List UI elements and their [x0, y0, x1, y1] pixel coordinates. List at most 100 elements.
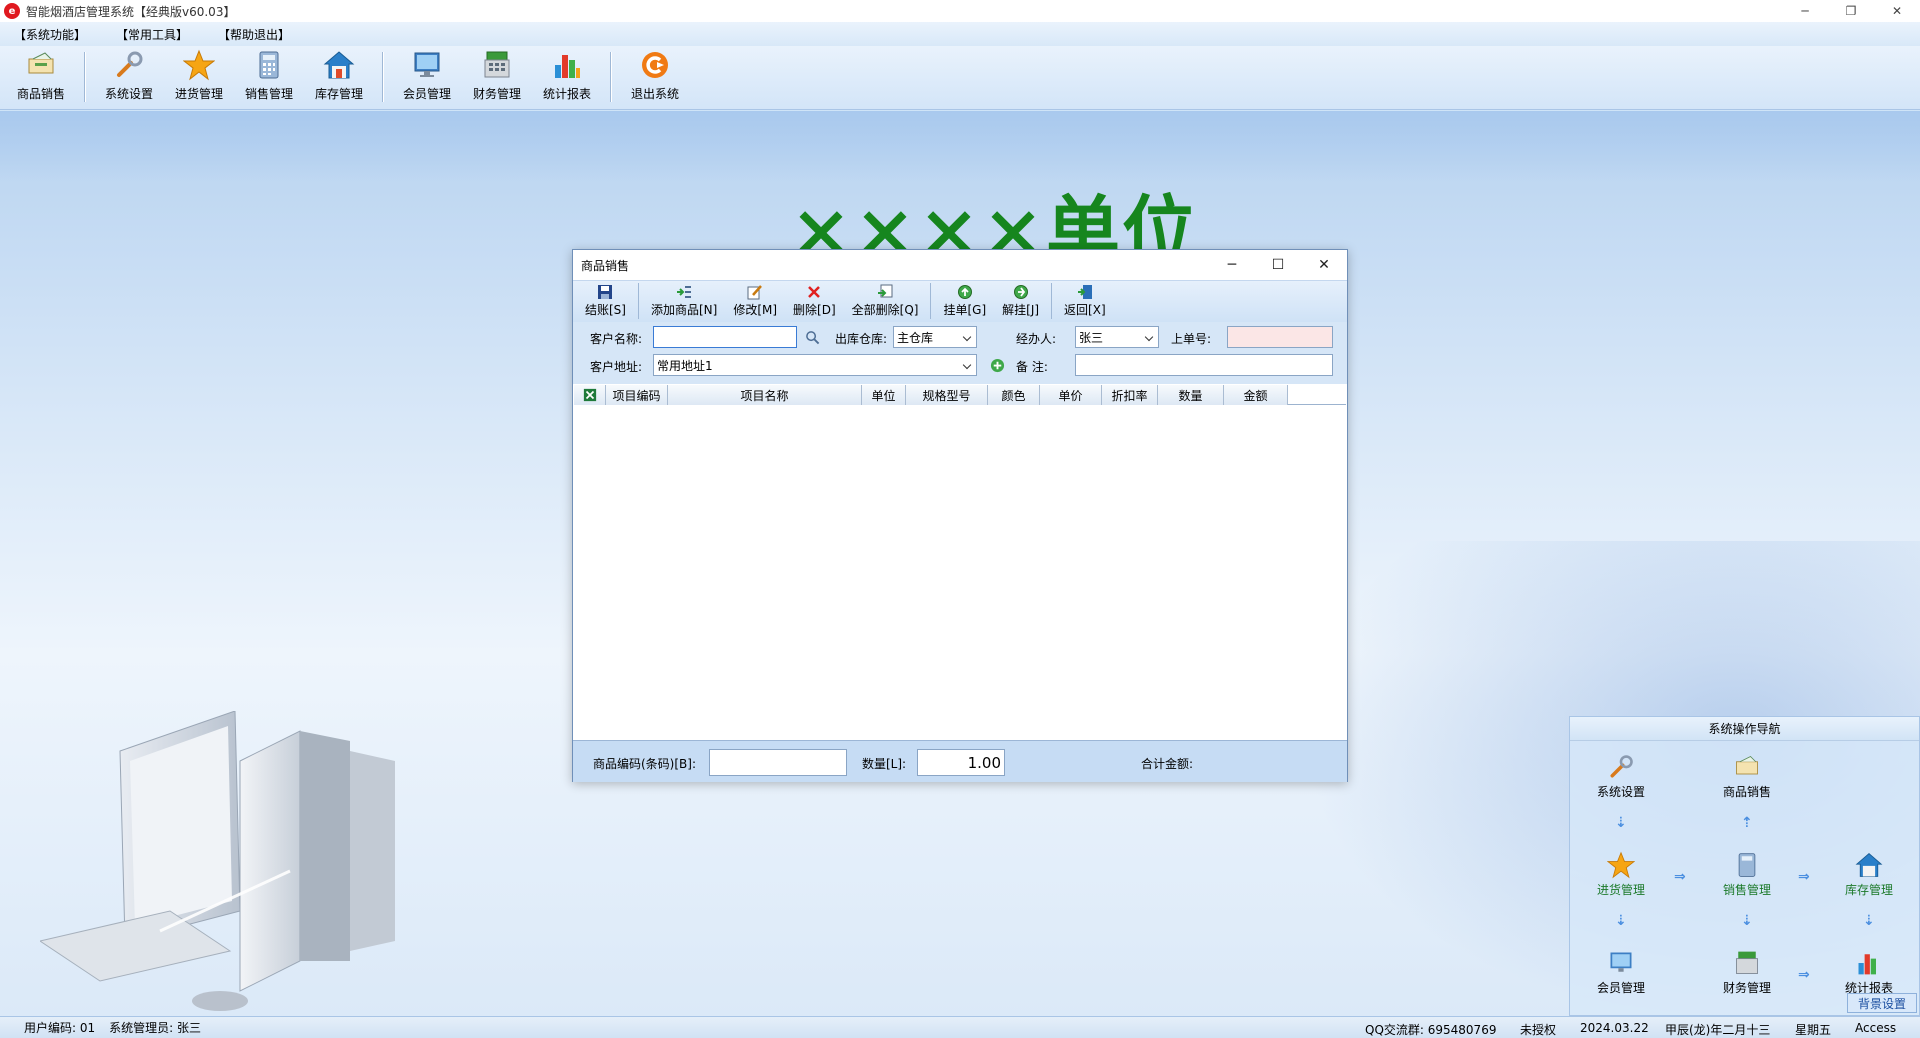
- checkout-button[interactable]: 结账[S]: [577, 284, 634, 322]
- address-select[interactable]: 常用地址1: [653, 354, 977, 376]
- delete-all-button[interactable]: 全部删除[Q]: [844, 284, 927, 322]
- nav-goods-sale[interactable]: 商品销售: [1712, 753, 1782, 800]
- nav-label: 会员管理: [1596, 981, 1645, 995]
- tool-label: 修改[M]: [733, 303, 778, 317]
- operation-nav-panel: 系统操作导航 系统设置 商品销售 ⇣ ⇡ 进货管理 ⇒ 销售管理 ⇒ 库存管理 …: [1569, 716, 1920, 1016]
- nav-settings[interactable]: 系统设置: [1586, 753, 1656, 800]
- toolbar-finance-button[interactable]: 财务管理: [462, 46, 532, 108]
- close-button[interactable]: ✕: [1874, 0, 1920, 22]
- quantity-input[interactable]: 1.00: [917, 749, 1005, 776]
- dialog-toolbar: 结账[S] 添加商品[N] 修改[M] 删除[D] 全部删除[Q] 挂单[G] …: [573, 280, 1347, 322]
- background-settings-button[interactable]: 背景设置: [1847, 993, 1917, 1013]
- bar-chart-icon: [1858, 954, 1876, 975]
- col-amount[interactable]: 金额: [1224, 385, 1288, 405]
- monitor-icon: [414, 52, 440, 77]
- toolbar-purchase-button[interactable]: 进货管理: [164, 46, 234, 108]
- tool-separator: [637, 283, 639, 319]
- remark-label: 备 注:: [1016, 360, 1048, 374]
- save-icon: [598, 285, 613, 299]
- nav-label: 系统设置: [1596, 785, 1645, 799]
- col-unit[interactable]: 单位: [862, 385, 906, 405]
- release-order-button[interactable]: 解挂[J]: [994, 284, 1047, 322]
- nav-purchase[interactable]: 进货管理: [1586, 851, 1656, 898]
- bar-chart-icon: [555, 55, 580, 78]
- delete-button[interactable]: 删除[D]: [785, 284, 844, 322]
- col-quantity[interactable]: 数量: [1158, 385, 1224, 405]
- status-qq-group: QQ交流群: 695480769: [1365, 1023, 1497, 1037]
- hold-order-button[interactable]: 挂单[G]: [935, 284, 994, 322]
- toolbar-settings-button[interactable]: 系统设置: [94, 46, 164, 108]
- col-item-name[interactable]: 项目名称: [668, 385, 862, 405]
- toolbar-sales-mgmt-button[interactable]: 销售管理: [234, 46, 304, 108]
- tool-label: 挂单[G]: [943, 303, 987, 317]
- arrow-down-icon: ⇣: [1615, 913, 1627, 929]
- menu-system-functions[interactable]: 【系统功能】: [14, 26, 86, 43]
- wrench-icon: [117, 51, 143, 77]
- menu-help-exit[interactable]: 【帮助退出】: [218, 26, 290, 43]
- arrow-down-icon: ⇣: [1615, 815, 1627, 831]
- star-icon: [1607, 851, 1635, 879]
- exit-icon: [642, 52, 668, 78]
- sale-items-table[interactable]: 项目编码 项目名称 单位 规格型号 颜色 单价 折扣率 数量 金额: [574, 385, 1346, 735]
- calculator-icon: [1738, 853, 1756, 877]
- table-header: 项目编码 项目名称 单位 规格型号 颜色 单价 折扣率 数量 金额: [574, 385, 1346, 405]
- handler-select[interactable]: 张三: [1075, 326, 1159, 348]
- nav-stock[interactable]: 库存管理: [1834, 851, 1904, 898]
- dialog-maximize-button[interactable]: ☐: [1255, 250, 1301, 280]
- return-button[interactable]: 返回[X]: [1056, 284, 1114, 322]
- nav-title: 系统操作导航: [1570, 717, 1919, 741]
- add-goods-button[interactable]: 添加商品[N]: [643, 284, 725, 322]
- restore-button[interactable]: ❐: [1828, 0, 1874, 22]
- arrow-down-icon: ⇣: [1741, 913, 1753, 929]
- delete-all-icon: [878, 284, 893, 298]
- customer-name-input[interactable]: [653, 326, 797, 348]
- excel-export-icon[interactable]: [574, 385, 606, 405]
- search-icon[interactable]: [805, 330, 820, 345]
- dialog-minimize-button[interactable]: ─: [1209, 250, 1255, 280]
- status-lunar-date: 甲辰(龙)年二月十三: [1665, 1023, 1771, 1037]
- toolbar-goods-sale-button[interactable]: 商品销售: [6, 46, 76, 108]
- address-label: 客户地址:: [590, 360, 643, 374]
- tool-label: 全部删除[Q]: [851, 303, 919, 317]
- nav-finance[interactable]: 财务管理: [1712, 949, 1782, 996]
- arrow-up-icon: ⇡: [1741, 815, 1753, 831]
- nav-report[interactable]: 统计报表: [1834, 949, 1904, 996]
- dialog-footer: 商品编码(条码)[B]: 数量[L]: 1.00 合计金额:: [573, 740, 1347, 782]
- toolbar-report-button[interactable]: 统计报表: [532, 46, 602, 108]
- nav-label: 进货管理: [1596, 883, 1645, 897]
- status-weekday: 星期五: [1795, 1023, 1832, 1037]
- house-icon: [323, 51, 355, 79]
- col-spec[interactable]: 规格型号: [906, 385, 988, 405]
- menu-common-tools[interactable]: 【常用工具】: [116, 26, 188, 43]
- nav-label: 库存管理: [1844, 883, 1893, 897]
- wrench-icon: [1610, 755, 1633, 778]
- tool-label: 结账[S]: [585, 303, 626, 317]
- col-color[interactable]: 颜色: [988, 385, 1040, 405]
- minimize-button[interactable]: ─: [1782, 0, 1828, 22]
- barcode-input[interactable]: [709, 749, 847, 776]
- modify-button[interactable]: 修改[M]: [725, 284, 785, 322]
- nav-member[interactable]: 会员管理: [1586, 949, 1656, 996]
- tool-separator: [930, 283, 932, 319]
- toolbar-label: 进货管理: [174, 87, 223, 101]
- add-address-icon[interactable]: [990, 358, 1005, 373]
- toolbar-label: 销售管理: [244, 87, 293, 101]
- window-title: 智能烟酒店管理系统【经典版v60.03】: [26, 4, 236, 19]
- toolbar-label: 统计报表: [542, 87, 591, 101]
- goods-sale-icon: [1736, 755, 1758, 775]
- col-discount[interactable]: 折扣率: [1102, 385, 1158, 405]
- arrow-right-icon: ⇒: [1798, 869, 1810, 885]
- warehouse-select[interactable]: 主仓库: [893, 326, 977, 348]
- col-unit-price[interactable]: 单价: [1040, 385, 1102, 405]
- toolbar-member-button[interactable]: 会员管理: [392, 46, 462, 108]
- toolbar-exit-button[interactable]: 退出系统: [620, 46, 690, 108]
- remark-input[interactable]: [1075, 354, 1333, 376]
- dialog-close-button[interactable]: ✕: [1301, 250, 1347, 280]
- prev-order-label: 上单号:: [1171, 332, 1212, 346]
- nav-sales-mgmt[interactable]: 销售管理: [1712, 851, 1782, 898]
- toolbar-label: 退出系统: [630, 87, 679, 101]
- nav-label: 财务管理: [1722, 981, 1771, 995]
- toolbar-stock-button[interactable]: 库存管理: [304, 46, 374, 108]
- status-admin: 系统管理员: 张三: [109, 1021, 201, 1035]
- col-item-code[interactable]: 项目编码: [606, 385, 668, 405]
